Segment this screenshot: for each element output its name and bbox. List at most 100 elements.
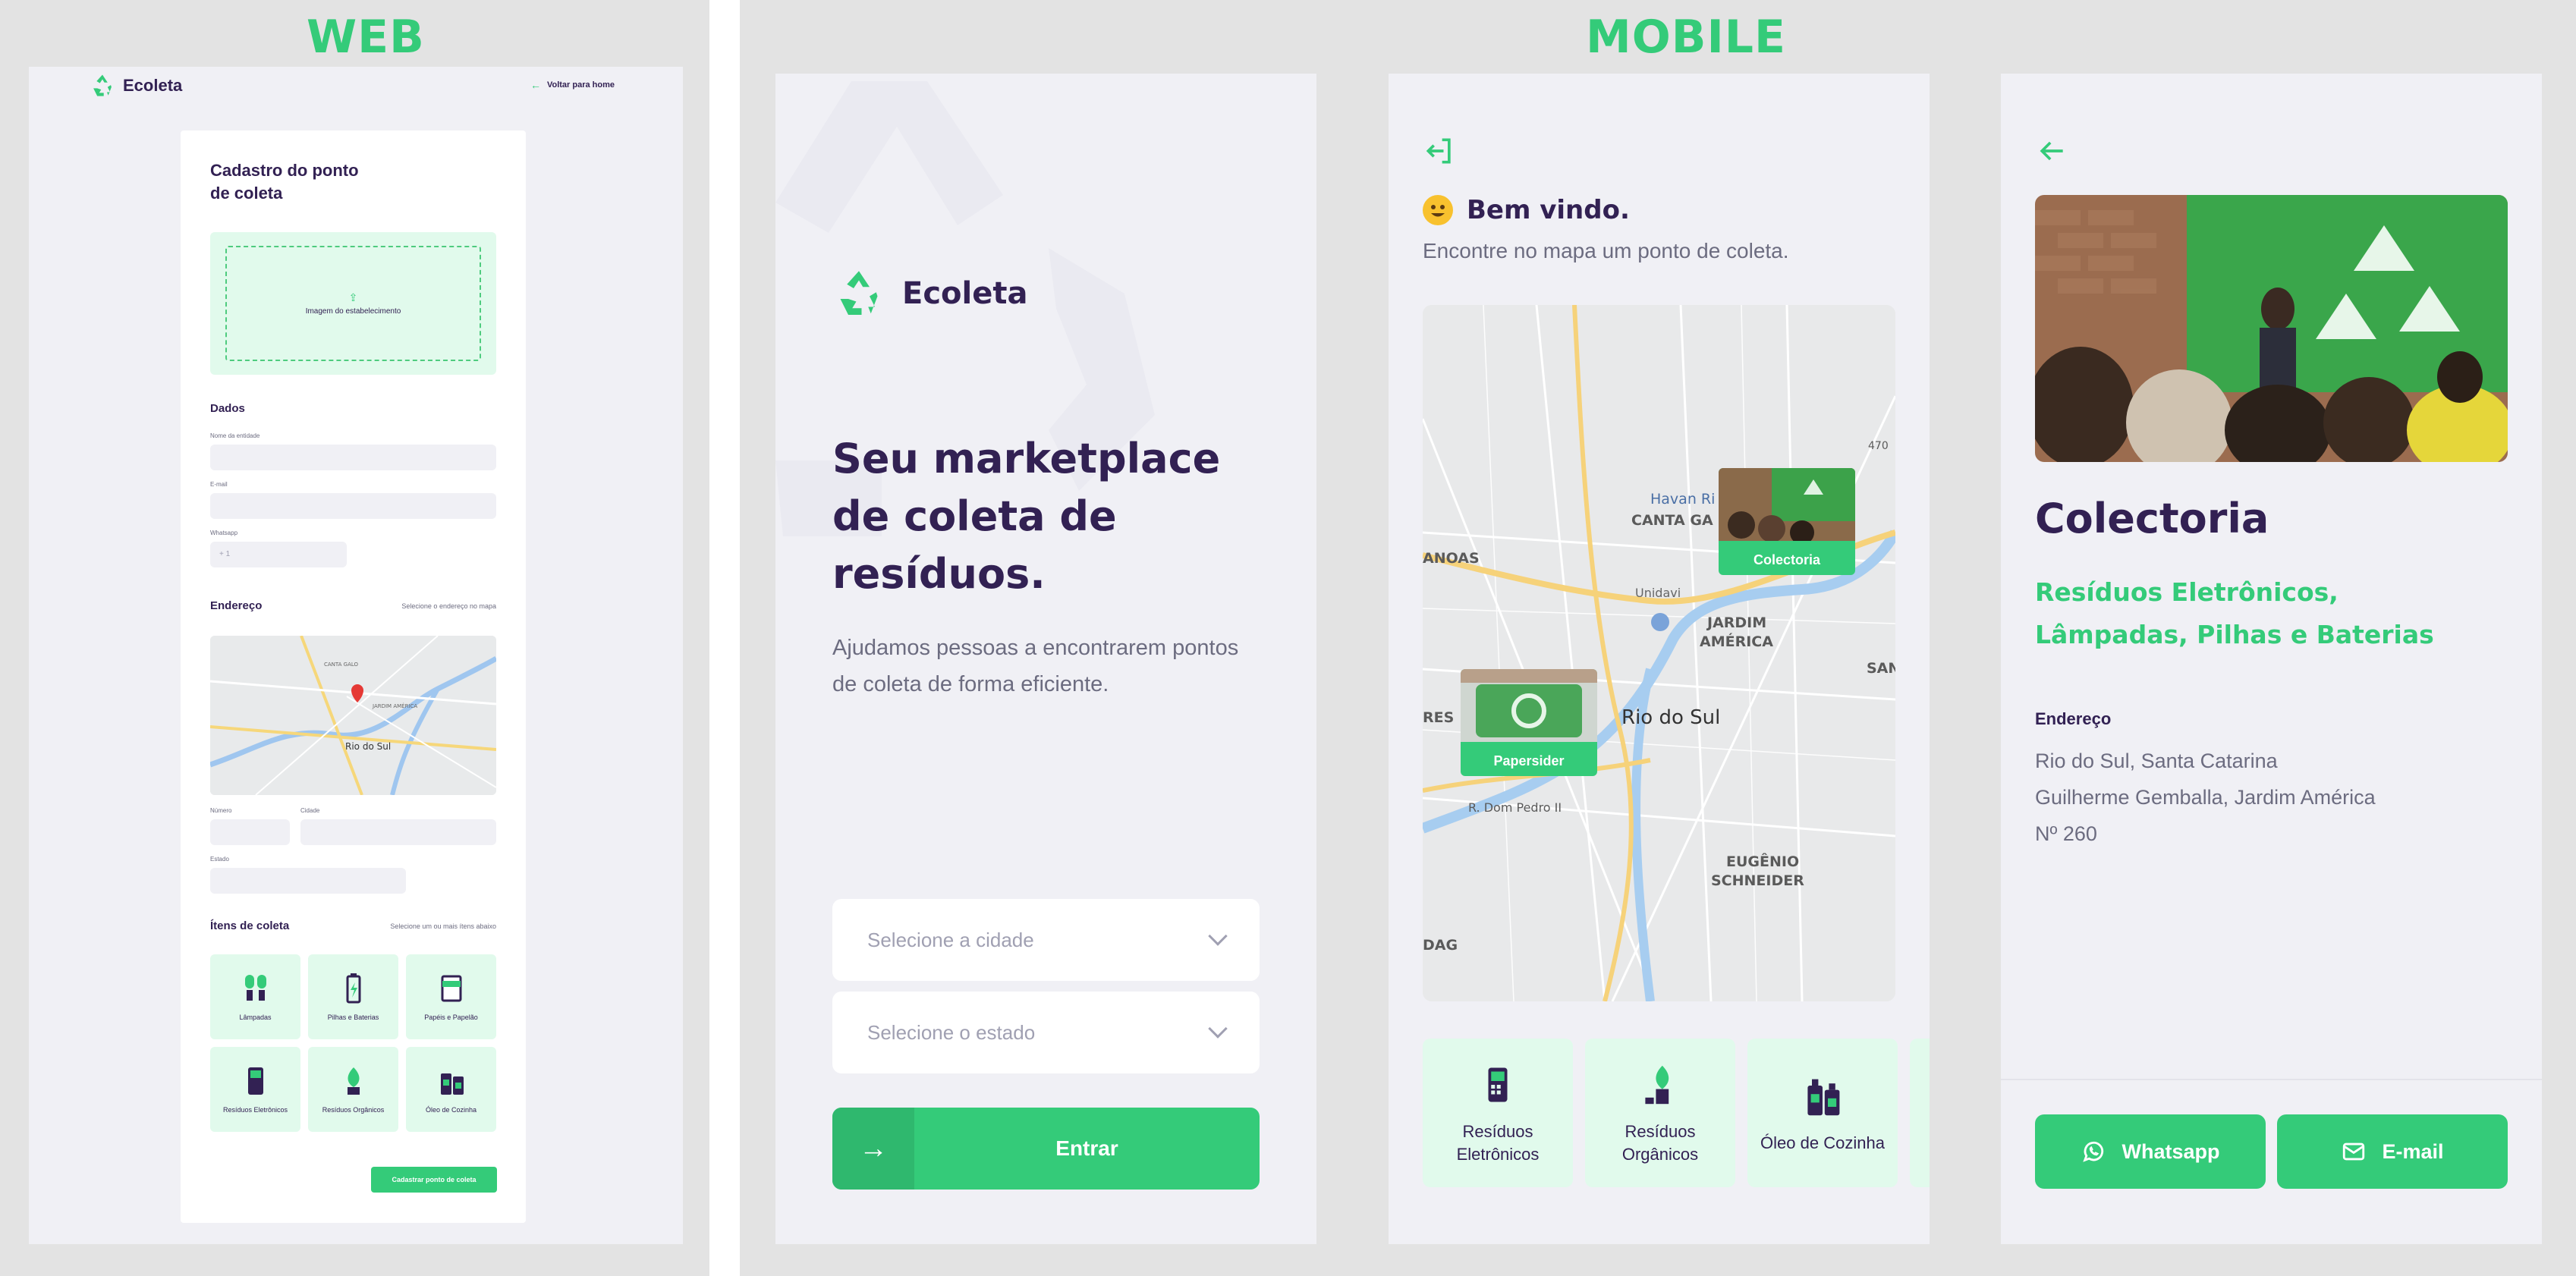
back-home-link[interactable]: ← Voltar para home <box>530 79 615 91</box>
item-label: Resíduos Orgânicos <box>322 1106 385 1114</box>
map-label-america: AMÉRICA <box>1700 633 1773 650</box>
item-card-batteries[interactable]: Pilhas e Baterias <box>308 954 398 1039</box>
brand-name: Ecoleta <box>902 276 1028 311</box>
recycle-icon <box>93 74 112 96</box>
city-select[interactable]: Selecione a cidade <box>832 899 1260 981</box>
whatsapp-button[interactable]: Whatsapp <box>2035 1114 2266 1189</box>
image-dropzone[interactable]: ⇪ Imagem do estabelecimento <box>210 232 496 375</box>
organic-icon <box>347 1067 360 1095</box>
chevron-down-icon <box>1208 1019 1228 1039</box>
marker-photo <box>1719 468 1855 545</box>
register-form: Cadastro do ponto de coleta ⇪ Imagem do … <box>181 130 526 1223</box>
items-hint: Selecione um ou mais ítens abaixo <box>390 922 496 930</box>
web-map-jardim: JARDIM AMÉRICA <box>372 702 417 709</box>
marker-label: Colectoria <box>1753 552 1821 567</box>
name-label: Nome da entidade <box>210 432 260 439</box>
map-marker-papersider[interactable]: Papersider <box>1461 669 1597 776</box>
map-graphic: Rio do Sul CANTA GA Havan Ri JARDIM AMÉR… <box>1423 305 1895 1001</box>
item-label: Óleo de Cozinha <box>1760 1133 1885 1152</box>
dropzone-text: Imagem do estabelecimento <box>305 307 401 316</box>
items-legend: Ítens de coleta <box>210 919 290 932</box>
email-label: E-mail <box>210 481 228 488</box>
map-label-havan: Havan Ri <box>1650 491 1715 508</box>
map-graphic: Rio do Sul JARDIM AMÉRICA CANTA GALO <box>210 636 496 795</box>
oil-icon <box>1807 1079 1840 1116</box>
address-text: Rio do Sul, Santa Catarina Guilherme Gem… <box>2035 743 2376 852</box>
upload-icon: ⇪ <box>348 291 358 303</box>
map-label-eugenio: EUGÊNIO <box>1726 853 1799 870</box>
web-map-city: Rio do Sul <box>345 741 391 752</box>
enter-label: Entrar <box>1055 1136 1118 1160</box>
whatsapp-input[interactable]: + 1 <box>210 542 347 567</box>
description: Ajudamos pessoas a encontrarem pontos de… <box>832 636 1239 696</box>
map-label-unidavi: Unidavi <box>1635 586 1681 600</box>
arrow-left-icon[interactable] <box>2035 134 2068 168</box>
headline: Seu marketplace de coleta de resíduos. <box>832 435 1221 598</box>
item-card-organic[interactable]: Resíduos Orgânicos <box>1585 1039 1735 1187</box>
state-select-placeholder: Selecione o estado <box>867 1020 1036 1044</box>
item-card-organic[interactable]: Resíduos Orgânicos <box>308 1047 398 1132</box>
item-card-paper[interactable]: Papéis e Papelão <box>406 954 496 1039</box>
email-button[interactable]: E-mail <box>2277 1114 2508 1189</box>
mobile-section-title: MOBILE <box>1586 11 1786 64</box>
web-section-title: WEB <box>307 11 425 64</box>
address-map[interactable]: Rio do Sul JARDIM AMÉRICA CANTA GALO <box>210 636 496 795</box>
name-input[interactable] <box>210 445 496 470</box>
collection-points-map[interactable]: Rio do Sul CANTA GA Havan Ri JARDIM AMÉR… <box>1423 305 1895 1001</box>
item-label: Resíduos Orgânicos <box>1621 1122 1699 1164</box>
item-label: Resíduos Eletrônicos <box>1456 1122 1540 1164</box>
map-label-schneider: SCHNEIDER <box>1711 872 1804 889</box>
number-label: Número <box>210 807 232 814</box>
city-select[interactable] <box>300 819 496 845</box>
map-label-canta: CANTA GA <box>1631 512 1713 529</box>
item-label: Óleo de Cozinha <box>425 1106 477 1114</box>
welcome-subtitle: Encontre no mapa um ponto de coleta. <box>1423 239 1789 262</box>
mobile-home-screen: Ecoleta Seu marketplace de coleta de res… <box>775 74 1316 1244</box>
whatsapp-label: Whatsapp <box>2122 1139 2220 1163</box>
items-grid: Lâmpadas Pilhas e Baterias Papéis e Pape… <box>210 954 496 1132</box>
endereco-hint: Selecione o endereço no mapa <box>401 602 496 610</box>
map-label-dag: DAG <box>1423 937 1458 954</box>
item-card-oil[interactable]: Óleo de Cozinha <box>1747 1039 1898 1187</box>
battery-icon <box>346 973 360 1004</box>
arrow-left-icon: ← <box>530 79 541 91</box>
item-label: Lâmpadas <box>239 1014 272 1021</box>
map-label-santa: SANT <box>1867 660 1895 677</box>
web-logo[interactable]: Ecoleta <box>90 73 182 99</box>
city-label: Cidade <box>300 807 320 814</box>
map-marker-colectoria[interactable]: Colectoria <box>1719 468 1855 575</box>
address-line: Nº 260 <box>2035 822 2097 845</box>
item-card-electronics[interactable]: Resíduos Eletrônicos <box>1423 1039 1573 1187</box>
organic-icon <box>1645 1065 1669 1105</box>
whatsapp-label: Whatsapp <box>210 530 238 536</box>
number-input[interactable] <box>210 819 290 845</box>
marker-photo <box>1461 669 1597 742</box>
form-title: Cadastro do ponto de coleta <box>210 161 359 203</box>
enter-button[interactable]: → Entrar <box>832 1108 1260 1190</box>
welcome-heading: Bem vindo. <box>1423 195 1630 225</box>
smile-emoji-icon <box>1423 195 1453 225</box>
web-map-canta: CANTA GALO <box>324 662 359 668</box>
items-carousel: Resíduos Eletrônicos Resíduos Orgânicos … <box>1423 1039 1930 1187</box>
web-screen: Ecoleta ← Voltar para home Cadastro do p… <box>29 67 683 1244</box>
item-card-oil[interactable]: Óleo de Cozinha <box>406 1047 496 1132</box>
brand-name: Ecoleta <box>123 76 183 95</box>
state-select[interactable]: Selecione o estado <box>832 992 1260 1073</box>
oil-icon <box>440 1073 464 1095</box>
state-select[interactable] <box>210 868 406 894</box>
electronics-icon <box>247 1067 263 1095</box>
address-title: Endereço <box>2035 709 2112 728</box>
logout-icon[interactable] <box>1423 134 1456 168</box>
item-label: Resíduos Eletrônicos <box>222 1106 288 1114</box>
submit-button[interactable]: Cadastrar ponto de coleta <box>371 1167 497 1193</box>
item-card-lamps[interactable]: Lâmpadas <box>210 954 300 1039</box>
map-label-anoas: ANOAS <box>1423 550 1480 567</box>
email-input[interactable] <box>210 493 496 519</box>
section-divider <box>709 0 740 1276</box>
city-select-placeholder: Selecione a cidade <box>867 928 1034 951</box>
marker-label: Papersider <box>1493 753 1565 768</box>
item-card-partial[interactable] <box>1910 1039 1930 1187</box>
item-card-electronics[interactable]: Resíduos Eletrônicos <box>210 1047 300 1132</box>
map-label-city: Rio do Sul <box>1621 706 1720 729</box>
mail-icon <box>2343 1142 2365 1161</box>
